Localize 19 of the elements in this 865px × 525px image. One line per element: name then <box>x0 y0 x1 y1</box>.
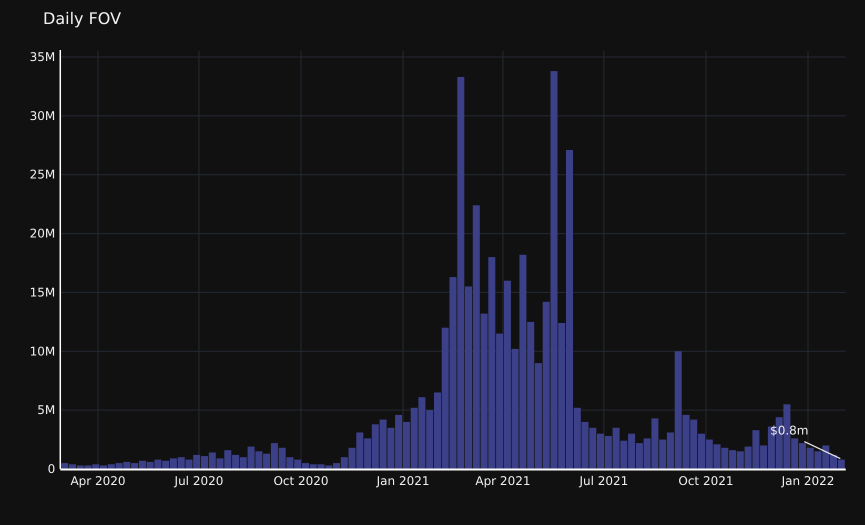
y-tick-label: 25M <box>30 168 56 182</box>
x-tick-label: Oct 2021 <box>678 474 734 488</box>
y-tick-label: 15M <box>30 285 56 300</box>
y-tick-label: 30M <box>30 108 56 123</box>
annotation-label: $0.8m <box>770 424 808 438</box>
x-tick-label: Apr 2020 <box>70 474 126 488</box>
x-tick-label: Oct 2020 <box>273 474 329 488</box>
leader-line <box>804 441 841 460</box>
x-tick-label: Jul 2020 <box>174 474 224 488</box>
chart-title: Daily FOV <box>43 9 122 28</box>
y-tick-label: 20M <box>30 226 56 241</box>
y-tick-label: 0 <box>48 462 56 476</box>
y-tick-label: 5M <box>37 403 56 418</box>
x-tick-label: Apr 2021 <box>475 474 530 488</box>
x-tick-label: Jan 2022 <box>782 474 834 488</box>
y-tick-label: 35M <box>30 50 56 64</box>
x-tick-label: Jul 2021 <box>579 474 628 488</box>
y-tick-label: 10M <box>30 344 56 358</box>
x-tick-label: Jan 2021 <box>376 474 430 488</box>
